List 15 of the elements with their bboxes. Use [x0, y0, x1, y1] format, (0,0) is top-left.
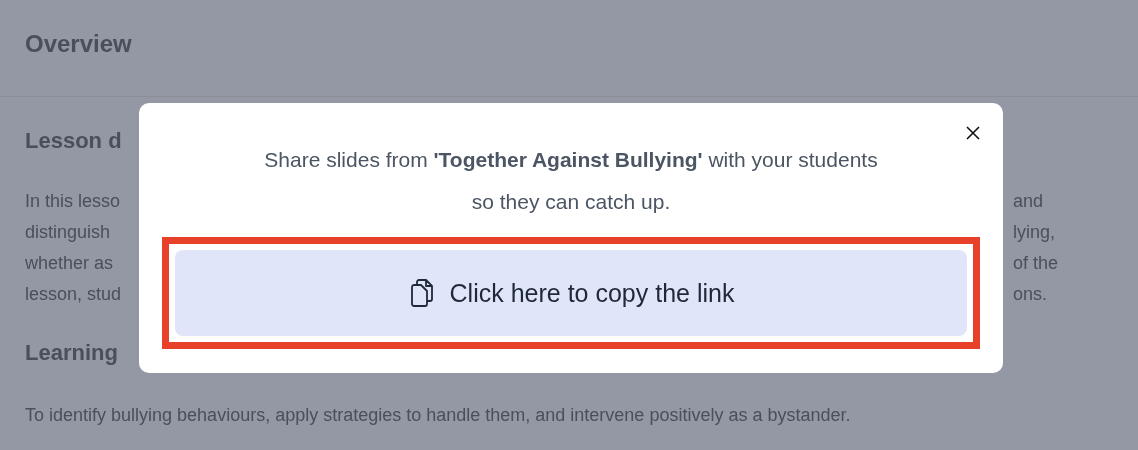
paragraph-text: distinguish — [25, 222, 111, 243]
paragraph-text: and — [1013, 191, 1045, 212]
paragraph-text: lesson, stud — [25, 284, 122, 305]
copy-link-button[interactable]: Click here to copy the link — [175, 250, 967, 336]
paragraph-text: In this lesso — [25, 191, 121, 212]
section-heading: Learning — [25, 340, 118, 366]
section-heading: Lesson d — [25, 128, 122, 154]
paragraph-text: ons. — [1013, 284, 1049, 305]
page-title: Overview — [25, 30, 132, 58]
paragraph-text: To identify bullying behaviours, apply strategies to handle them, and intervene positively as a bystander. — [25, 405, 851, 426]
paragraph-text: whether as — [25, 253, 114, 274]
close-icon[interactable] — [966, 126, 980, 140]
share-message: Share slides from 'Together Against Bullying' with your students so they can catch up. — [263, 147, 879, 215]
paragraph-text: lying, — [1013, 222, 1057, 243]
paragraph-text: of the — [1013, 253, 1060, 274]
